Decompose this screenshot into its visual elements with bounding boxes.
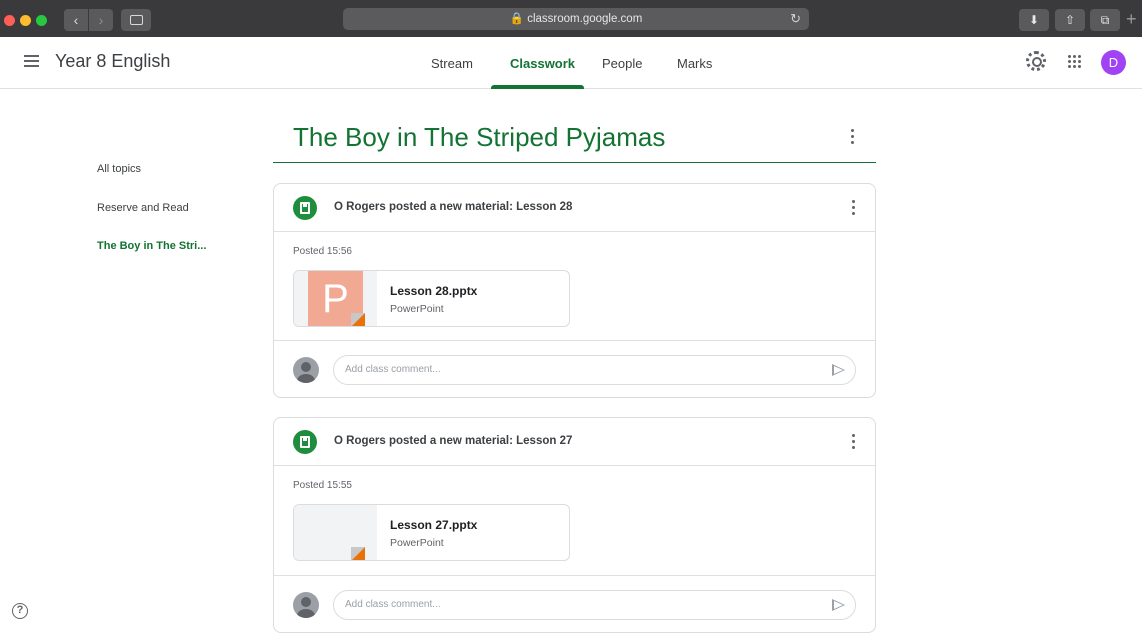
sidebar-icon (129, 15, 143, 25)
attachment-type: PowerPoint (390, 303, 444, 315)
posted-time: Posted 15:55 (293, 480, 352, 491)
card-header[interactable]: O Rogers posted a new material: Lesson 2… (274, 184, 875, 232)
minimize-window-button[interactable] (20, 15, 31, 26)
class-comment-input[interactable]: Add class comment... (333, 355, 856, 385)
main-menu-icon[interactable] (24, 55, 39, 67)
posted-time: Posted 15:56 (293, 246, 352, 257)
settings-gear-icon[interactable] (1026, 51, 1046, 71)
card-title[interactable]: O Rogers posted a new material: Lesson 2… (334, 435, 572, 447)
sidebar-item-all-topics[interactable]: All topics (97, 163, 141, 175)
user-avatar-icon (293, 357, 319, 383)
url-text: 🔒 classroom.google.com (509, 13, 643, 25)
google-apps-icon[interactable] (1068, 55, 1082, 69)
comment-placeholder: Add class comment... (345, 364, 441, 375)
browser-toolbar: ‹ › 🔒 classroom.google.com ↻ ⬇ ⇧ ⧉ + (0, 0, 1142, 37)
send-icon[interactable] (832, 599, 845, 611)
attachment-type: PowerPoint (390, 537, 444, 549)
send-icon[interactable] (832, 364, 845, 376)
card-more-options-icon[interactable] (847, 434, 859, 450)
forward-button[interactable]: › (89, 9, 113, 31)
card-title[interactable]: O Rogers posted a new material: Lesson 2… (334, 201, 572, 213)
address-bar[interactable]: 🔒 classroom.google.com ↻ (343, 8, 809, 30)
close-window-button[interactable] (4, 15, 15, 26)
topic-divider (273, 162, 876, 163)
attachment-name: Lesson 28.pptx (390, 284, 478, 298)
active-tab-indicator (491, 85, 584, 89)
card-header[interactable]: O Rogers posted a new material: Lesson 2… (274, 418, 875, 466)
tab-marks[interactable]: Marks (677, 56, 712, 71)
attachment-name: Lesson 27.pptx (390, 518, 478, 532)
share-button[interactable]: ⇧ (1055, 9, 1085, 31)
material-card[interactable]: O Rogers posted a new material: Lesson 2… (273, 183, 876, 398)
material-book-icon (293, 430, 317, 454)
comment-placeholder: Add class comment... (345, 599, 441, 610)
tab-stream[interactable]: Stream (431, 56, 473, 71)
sidebar-item-reserve-and-read[interactable]: Reserve and Read (97, 202, 189, 214)
attachment-thumbnail (294, 505, 377, 560)
sidebar-item-boy-striped-pyjamas[interactable]: The Boy in The Stri... (97, 240, 206, 252)
topic-more-options-icon[interactable] (846, 129, 858, 145)
downloads-button[interactable]: ⬇ (1019, 9, 1049, 31)
sidebar-toggle-button[interactable] (121, 9, 151, 31)
new-tab-button[interactable]: + (1126, 8, 1137, 30)
attachment-card[interactable]: P Lesson 28.pptx PowerPoint (293, 270, 570, 327)
user-avatar-icon (293, 592, 319, 618)
attachment-thumbnail: P (294, 271, 377, 326)
tab-classwork[interactable]: Classwork (510, 56, 575, 71)
fullscreen-window-button[interactable] (36, 15, 47, 26)
comment-row: Add class comment... (274, 340, 875, 397)
tab-people[interactable]: People (602, 56, 642, 71)
class-comment-input[interactable]: Add class comment... (333, 590, 856, 620)
attachment-card[interactable]: Lesson 27.pptx PowerPoint (293, 504, 570, 561)
help-icon[interactable]: ? (12, 603, 28, 619)
material-card[interactable]: O Rogers posted a new material: Lesson 2… (273, 417, 876, 633)
tab-overview-button[interactable]: ⧉ (1090, 9, 1120, 31)
account-avatar[interactable]: D (1101, 50, 1126, 75)
reload-icon[interactable]: ↻ (790, 8, 801, 30)
material-book-icon (293, 196, 317, 220)
back-button[interactable]: ‹ (64, 9, 88, 31)
class-title[interactable]: Year 8 English (55, 51, 170, 72)
topic-heading: The Boy in The Striped Pyjamas (293, 122, 666, 152)
powerpoint-corner-icon (351, 547, 365, 560)
card-more-options-icon[interactable] (847, 200, 859, 216)
classroom-header: Year 8 English Stream Classwork People M… (0, 37, 1142, 89)
comment-row: Add class comment... (274, 575, 875, 632)
powerpoint-corner-icon (351, 313, 365, 326)
